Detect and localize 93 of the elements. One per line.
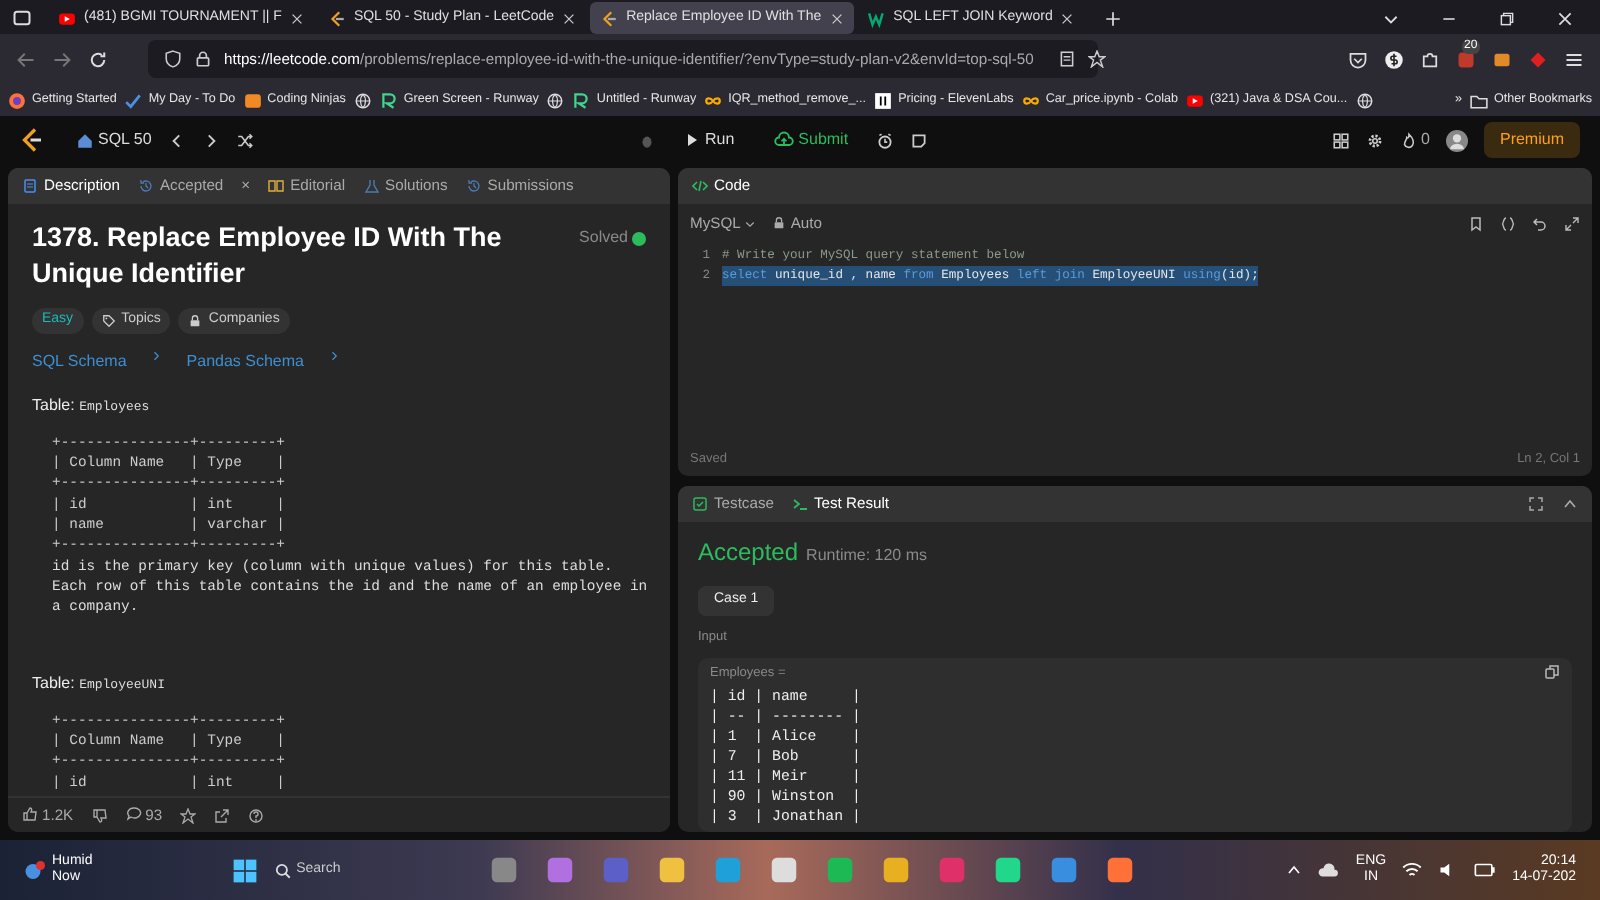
alarm-icon[interactable] (876, 131, 895, 149)
help-icon[interactable] (248, 807, 265, 823)
close-icon[interactable] (289, 11, 304, 25)
problem-title: 1378. Replace Employee ID With The Unique Identifier (32, 220, 504, 291)
verdict: Accepted (698, 536, 799, 570)
chevron-down-icon (744, 217, 757, 230)
pause-mark-icon (874, 91, 893, 109)
terminal-icon (791, 495, 808, 512)
premium-button[interactable]: Premium (1483, 122, 1580, 158)
reset-icon[interactable] (1532, 215, 1548, 232)
windows-start-icon[interactable] (232, 857, 259, 883)
thumbs-down-icon[interactable] (91, 807, 108, 823)
diamond-extension-icon[interactable] (1528, 49, 1548, 69)
study-plan-link[interactable]: SQL 50 (76, 128, 152, 152)
reload-icon[interactable] (88, 49, 108, 69)
tag-icon (101, 313, 116, 328)
square-favicon-icon (243, 91, 262, 109)
back-icon[interactable] (16, 49, 36, 69)
globe-icon[interactable] (353, 91, 372, 109)
schema-link[interactable]: Pandas Schema (186, 349, 304, 374)
share-icon[interactable] (214, 807, 231, 823)
pocket-icon[interactable] (1348, 49, 1368, 69)
cloud-upload-icon (774, 130, 795, 150)
book-icon (268, 177, 285, 194)
copy-icon[interactable] (1544, 664, 1560, 681)
shield-icon[interactable] (164, 50, 182, 68)
runway-logo-icon (379, 91, 398, 109)
settings-icon[interactable] (1365, 131, 1384, 149)
w3-logo-icon (867, 9, 886, 27)
youtube-icon (1185, 91, 1204, 109)
battery-icon[interactable] (1474, 862, 1497, 878)
dollar-extension-icon[interactable] (1384, 49, 1404, 69)
chevron-right-icon (327, 349, 340, 362)
leetcode-logo-icon (327, 9, 346, 27)
close-icon[interactable] (1060, 11, 1075, 25)
chevron-right-icon (150, 349, 163, 362)
table-label: Table: (32, 395, 77, 414)
format-icon[interactable] (1500, 215, 1516, 232)
fullscreen-icon[interactable] (1528, 496, 1544, 512)
comment-icon (125, 806, 142, 823)
close-icon[interactable] (562, 11, 577, 25)
bookmark-star-icon[interactable] (1087, 50, 1106, 68)
weather-icon (24, 858, 48, 882)
collapse-icon[interactable] (1562, 496, 1578, 512)
window-list-icon[interactable] (12, 8, 32, 28)
youtube-icon (58, 9, 76, 27)
runtime: Runtime: 120 ms (806, 544, 928, 568)
layout-icon[interactable] (1331, 131, 1350, 149)
infinity-icon (1021, 91, 1040, 109)
status-dot-icon (632, 231, 646, 245)
fire-icon (1399, 131, 1418, 149)
globe-icon[interactable] (1355, 91, 1374, 109)
checkbox-icon (692, 495, 708, 512)
run-button[interactable]: Run (672, 124, 747, 156)
history-icon (465, 177, 482, 194)
extensions-icon[interactable] (1420, 49, 1440, 69)
note-icon[interactable] (910, 131, 929, 149)
play-icon (684, 132, 701, 148)
solved-status: Solved (579, 226, 628, 250)
wifi-icon[interactable] (1402, 860, 1423, 880)
avatar-icon[interactable] (1445, 129, 1468, 151)
close-icon[interactable] (1556, 9, 1574, 27)
expand-icon[interactable] (1564, 215, 1580, 232)
lock-icon (772, 216, 787, 231)
table-label: Table: (32, 673, 77, 692)
menu-icon[interactable] (1564, 49, 1584, 69)
thumbs-up-icon (22, 806, 38, 823)
globe-icon[interactable] (546, 91, 565, 109)
code-icon (692, 177, 708, 194)
house-icon (76, 131, 94, 149)
forward-icon[interactable] (52, 49, 72, 69)
lock-icon (188, 313, 203, 328)
close-icon[interactable] (829, 11, 844, 25)
submit-button[interactable]: Submit (762, 124, 861, 156)
restore-icon[interactable] (1498, 9, 1516, 27)
bookmark-icon[interactable] (1468, 215, 1484, 232)
reader-view-icon[interactable] (1057, 50, 1076, 68)
history-icon (137, 177, 154, 194)
runway-logo-icon (572, 91, 591, 109)
leetcode-logo-icon[interactable] (20, 128, 44, 152)
document-icon (22, 177, 38, 194)
star-icon[interactable] (180, 807, 197, 823)
new-tab-icon[interactable] (1104, 9, 1123, 27)
padlock-icon[interactable] (194, 50, 212, 68)
infinity-icon (704, 91, 723, 109)
streak-counter[interactable]: 0 (1399, 128, 1430, 152)
shuffle-icon[interactable] (235, 131, 254, 149)
leetcode-logo-icon (600, 9, 619, 27)
search-icon (274, 861, 293, 879)
tray-chevron-icon[interactable] (1285, 862, 1302, 878)
checkmark-icon (124, 91, 143, 109)
flask-icon (363, 177, 380, 194)
schema-link[interactable]: SQL Schema (32, 349, 127, 374)
